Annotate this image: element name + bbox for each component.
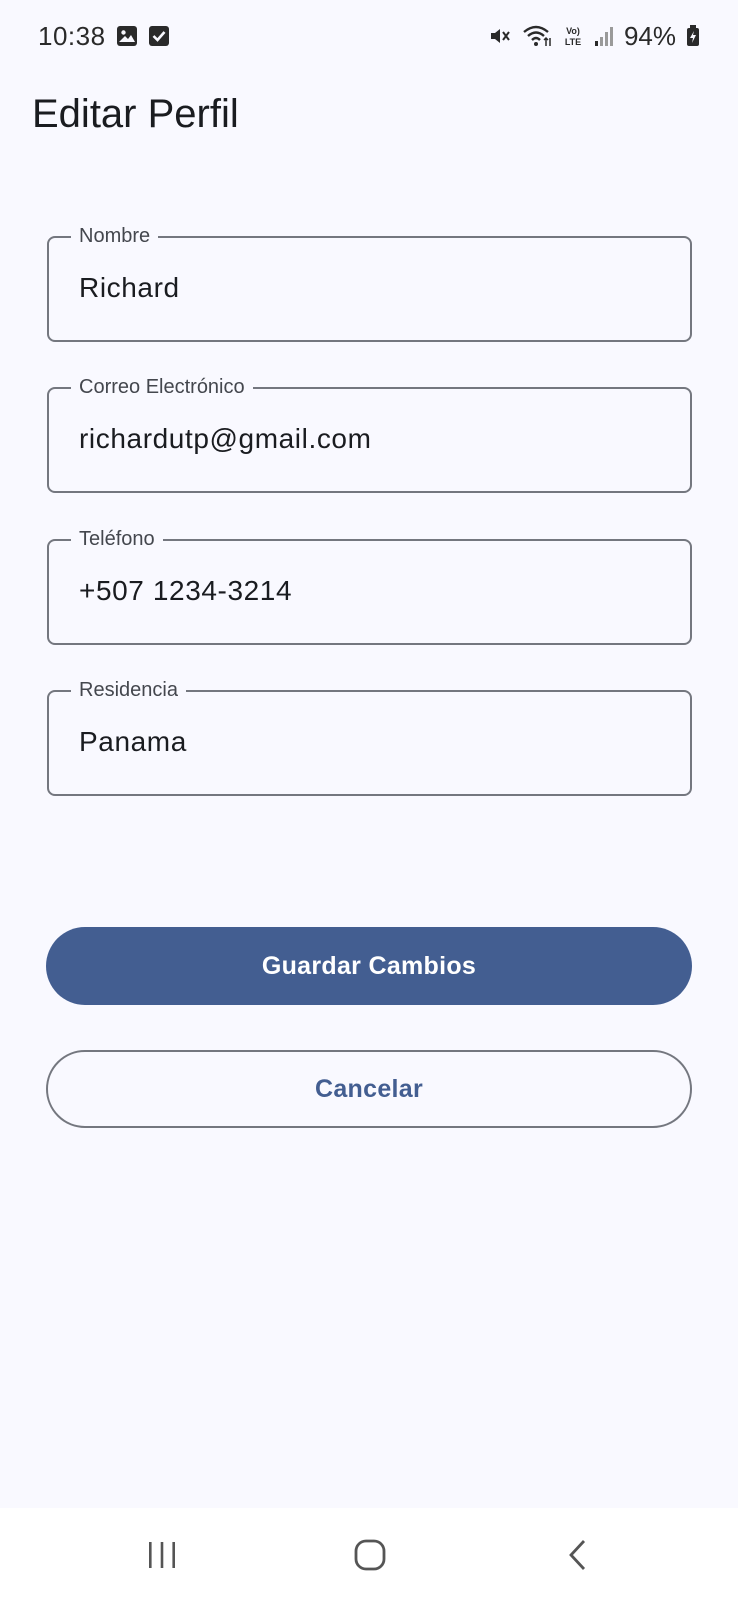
- system-nav-bar: [0, 1508, 738, 1600]
- save-changes-button[interactable]: Guardar Cambios: [46, 927, 692, 1005]
- home-icon[interactable]: [340, 1530, 400, 1580]
- phone-field-label: Teléfono: [71, 526, 163, 552]
- status-left: 10:38: [38, 21, 170, 52]
- wifi-icon: [522, 24, 552, 48]
- status-bar: 10:38 Vo) LTE 94%: [0, 0, 738, 72]
- status-right: Vo) LTE 94%: [488, 21, 700, 52]
- battery-percent: 94%: [623, 20, 676, 51]
- name-field-value[interactable]: Richard: [79, 272, 180, 304]
- phone-field-value[interactable]: +507 1234-3214: [79, 575, 292, 607]
- svg-text:LTE: LTE: [565, 37, 581, 47]
- back-icon[interactable]: [548, 1530, 608, 1580]
- svg-text:Vo): Vo): [566, 26, 580, 36]
- edit-profile-screen: 10:38 Vo) LTE 94% Editar Perfil Nombre R…: [0, 0, 738, 1600]
- volte-icon: Vo) LTE: [562, 24, 584, 48]
- phone-field[interactable]: Teléfono +507 1234-3214: [47, 526, 692, 645]
- mute-icon: [488, 24, 512, 48]
- residence-field-label: Residencia: [71, 677, 186, 703]
- page-title: Editar Perfil: [32, 92, 239, 136]
- battery-charging-icon: [686, 25, 700, 47]
- cancel-button[interactable]: Cancelar: [46, 1050, 692, 1128]
- residence-field-value[interactable]: Panama: [79, 726, 187, 758]
- email-field-label: Correo Electrónico: [71, 374, 253, 400]
- signal-icon: [594, 25, 614, 47]
- residence-field[interactable]: Residencia Panama: [47, 677, 692, 796]
- gallery-icon: [116, 25, 138, 47]
- status-time: 10:38: [38, 20, 106, 51]
- checkbox-notification-icon: [148, 25, 170, 47]
- recent-apps-icon[interactable]: [132, 1530, 192, 1580]
- email-field[interactable]: Correo Electrónico richardutp@gmail.com: [47, 374, 692, 493]
- email-field-value[interactable]: richardutp@gmail.com: [79, 423, 372, 455]
- name-field-label: Nombre: [71, 223, 159, 249]
- name-field[interactable]: Nombre Richard: [47, 223, 692, 342]
